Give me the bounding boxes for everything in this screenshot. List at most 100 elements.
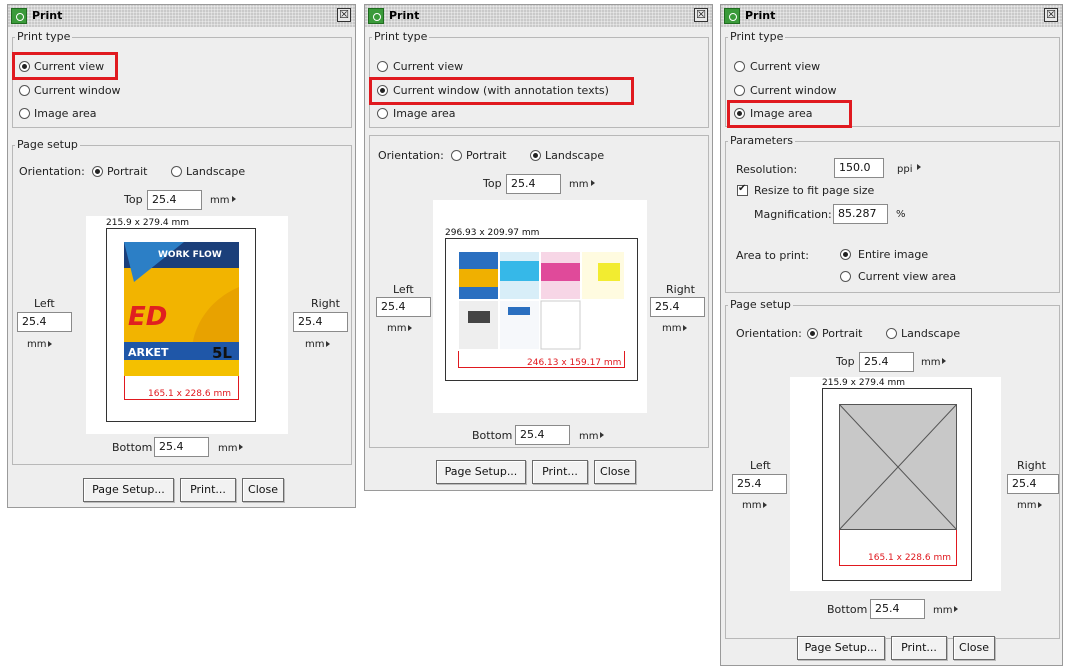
radio-landscape-label[interactable]: Landscape <box>545 149 604 162</box>
radio-current-window[interactable] <box>734 85 745 96</box>
magnification-field[interactable]: 85.287 <box>833 204 888 224</box>
radio-portrait[interactable] <box>451 150 462 161</box>
bottom-margin-field[interactable]: 25.4 <box>154 437 209 457</box>
top-margin-label: Top <box>483 177 502 190</box>
dialog-title: Print <box>32 9 63 22</box>
orientation-label: Orientation: <box>378 149 444 162</box>
top-unit-arrow-icon[interactable] <box>942 358 946 364</box>
page-preview: 215.9 x 279.4 mm WORK FLOW ED ARKET 5L 1… <box>86 216 288 434</box>
radio-landscape[interactable] <box>886 328 897 339</box>
bottom-margin-field[interactable]: 25.4 <box>870 599 925 619</box>
radio-entire-image-label[interactable]: Entire image <box>858 248 928 261</box>
page-setup-button[interactable]: Page Setup... <box>436 460 526 484</box>
radio-current-view-label[interactable]: Current view <box>750 60 820 73</box>
bottom-margin-unit[interactable]: mm <box>218 443 237 454</box>
bottom-margin-unit[interactable]: mm <box>579 431 598 442</box>
right-margin-field[interactable]: 25.4 <box>650 297 705 317</box>
radio-portrait-label[interactable]: Portrait <box>466 149 506 162</box>
radio-landscape[interactable] <box>530 150 541 161</box>
title-bar[interactable]: Print ☒ <box>8 5 355 27</box>
print-button[interactable]: Print... <box>532 460 588 484</box>
left-margin-field[interactable]: 25.4 <box>732 474 787 494</box>
left-margin-unit[interactable]: mm <box>387 323 406 334</box>
resolution-unit-arrow-icon[interactable] <box>917 164 921 170</box>
top-margin-unit[interactable]: mm <box>921 357 940 368</box>
print-preview-image <box>458 251 625 351</box>
radio-current-window-label[interactable]: Current window <box>750 84 837 97</box>
radio-portrait-label[interactable]: Portrait <box>107 165 147 178</box>
page-setup-legend: Page setup <box>15 138 80 151</box>
resize-to-fit-label[interactable]: Resize to fit page size <box>754 184 874 197</box>
close-window-icon[interactable]: ☒ <box>694 8 708 22</box>
left-margin-field[interactable]: 25.4 <box>17 312 72 332</box>
bottom-margin-field[interactable]: 25.4 <box>515 425 570 445</box>
right-unit-arrow-icon[interactable] <box>1038 502 1042 508</box>
right-unit-arrow-icon[interactable] <box>683 325 687 331</box>
close-window-icon[interactable]: ☒ <box>1044 8 1058 22</box>
top-margin-unit[interactable]: mm <box>210 195 229 206</box>
left-margin-field[interactable]: 25.4 <box>376 297 431 317</box>
close-button[interactable]: Close <box>242 478 284 502</box>
page-setup-button[interactable]: Page Setup... <box>83 478 174 502</box>
radio-portrait-label[interactable]: Portrait <box>822 327 862 340</box>
bottom-unit-arrow-icon[interactable] <box>239 444 243 450</box>
radio-portrait[interactable] <box>807 328 818 339</box>
left-unit-arrow-icon[interactable] <box>48 341 52 347</box>
radio-current-window-label[interactable]: Current window <box>34 84 121 97</box>
radio-current-view[interactable] <box>377 61 388 72</box>
left-margin-unit[interactable]: mm <box>27 339 46 350</box>
page-setup-button[interactable]: Page Setup... <box>797 636 885 660</box>
radio-current-view[interactable] <box>734 61 745 72</box>
radio-current-window[interactable] <box>19 85 30 96</box>
close-window-icon[interactable]: ☒ <box>337 8 351 22</box>
bottom-margin-unit[interactable]: mm <box>933 605 952 616</box>
radio-current-view-label[interactable]: Current view <box>393 60 463 73</box>
resize-to-fit-checkbox[interactable] <box>737 183 748 196</box>
close-button[interactable]: Close <box>953 636 995 660</box>
right-margin-unit[interactable]: mm <box>1017 500 1036 511</box>
dialog-title: Print <box>745 9 776 22</box>
radio-image-area-label[interactable]: Image area <box>34 107 96 120</box>
radio-landscape[interactable] <box>171 166 182 177</box>
left-unit-arrow-icon[interactable] <box>763 502 767 508</box>
right-unit-arrow-icon[interactable] <box>326 341 330 347</box>
orientation-label: Orientation: <box>19 165 85 178</box>
top-margin-field[interactable]: 25.4 <box>147 190 202 210</box>
close-button[interactable]: Close <box>594 460 636 484</box>
radio-image-area-label[interactable]: Image area <box>393 107 455 120</box>
page-setup-legend: Page setup <box>728 298 793 311</box>
highlight-box <box>369 77 634 105</box>
top-unit-arrow-icon[interactable] <box>232 196 236 202</box>
magnification-label: Magnification: <box>754 208 832 221</box>
resolution-field[interactable]: 150.0 <box>834 158 884 178</box>
top-margin-field[interactable]: 25.4 <box>506 174 561 194</box>
radio-current-view-area-label[interactable]: Current view area <box>858 270 956 283</box>
radio-image-area[interactable] <box>377 108 388 119</box>
title-bar[interactable]: Print ☒ <box>721 5 1062 27</box>
top-unit-arrow-icon[interactable] <box>591 180 595 186</box>
bottom-margin-label: Bottom <box>472 429 513 442</box>
print-size-label: 246.13 x 159.17 mm <box>527 358 622 368</box>
radio-current-view-area[interactable] <box>840 271 851 282</box>
top-margin-field[interactable]: 25.4 <box>859 352 914 372</box>
bottom-unit-arrow-icon[interactable] <box>600 432 604 438</box>
right-margin-unit[interactable]: mm <box>305 339 324 350</box>
right-margin-unit[interactable]: mm <box>662 323 681 334</box>
radio-landscape-label[interactable]: Landscape <box>901 327 960 340</box>
left-unit-arrow-icon[interactable] <box>408 325 412 331</box>
bottom-unit-arrow-icon[interactable] <box>954 606 958 612</box>
left-margin-unit[interactable]: mm <box>742 500 761 511</box>
title-bar[interactable]: Print ☒ <box>365 5 712 27</box>
radio-portrait[interactable] <box>92 166 103 177</box>
top-margin-unit[interactable]: mm <box>569 179 588 190</box>
print-type-legend: Print type <box>372 30 430 43</box>
right-margin-field[interactable]: 25.4 <box>293 312 348 332</box>
radio-image-area[interactable] <box>19 108 30 119</box>
print-button[interactable]: Print... <box>891 636 947 660</box>
print-button[interactable]: Print... <box>180 478 236 502</box>
radio-landscape-label[interactable]: Landscape <box>186 165 245 178</box>
radio-entire-image[interactable] <box>840 249 851 260</box>
print-size-label: 165.1 x 228.6 mm <box>868 553 951 563</box>
resolution-unit[interactable]: ppi <box>897 164 912 175</box>
right-margin-field[interactable]: 25.4 <box>1007 474 1059 494</box>
